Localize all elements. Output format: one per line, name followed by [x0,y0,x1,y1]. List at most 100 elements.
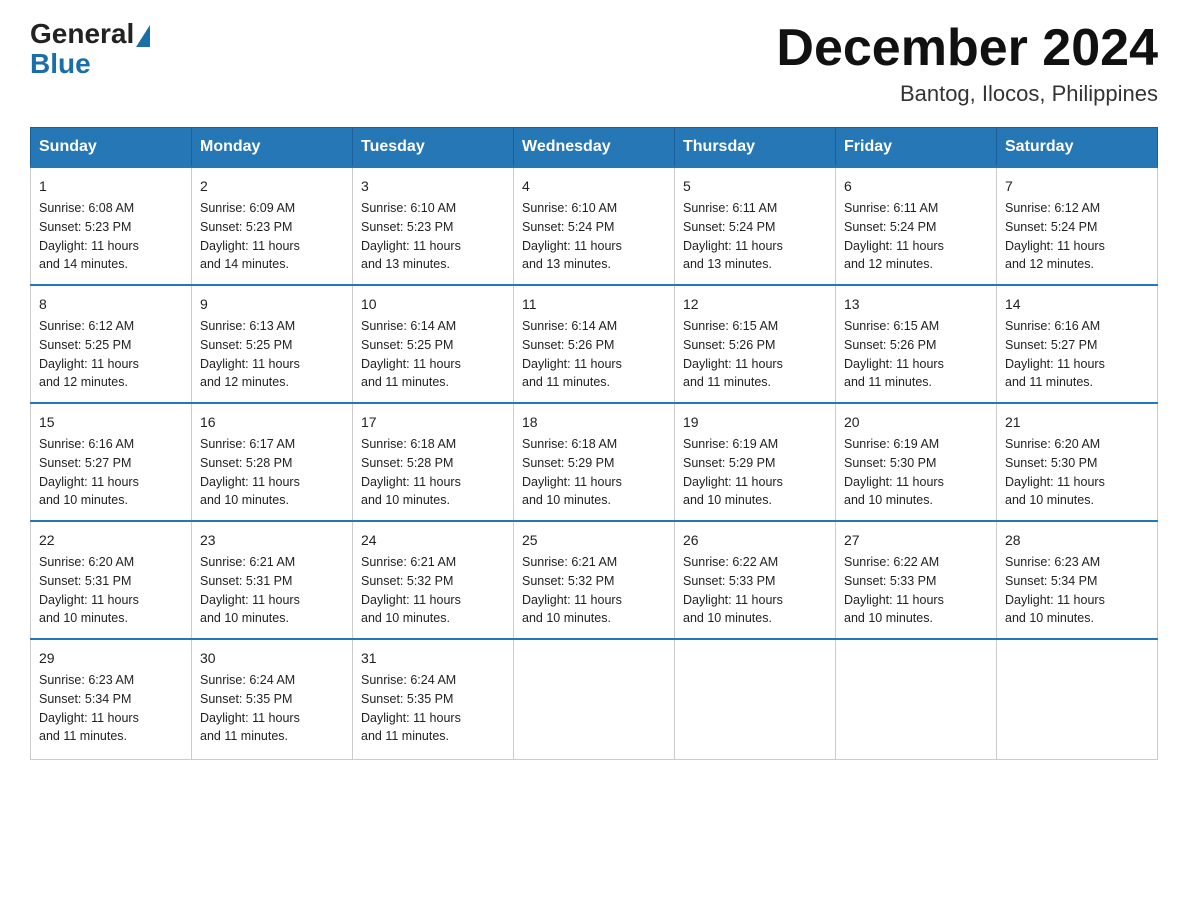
day-number: 1 [39,176,183,197]
calendar-cell [836,639,997,759]
calendar-cell: 16 Sunrise: 6:17 AMSunset: 5:28 PMDaylig… [192,403,353,521]
col-header-tuesday: Tuesday [353,128,514,168]
page-header: General Blue December 2024 Bantog, Iloco… [30,20,1158,107]
calendar-cell: 5 Sunrise: 6:11 AMSunset: 5:24 PMDayligh… [675,167,836,285]
title-block: December 2024 Bantog, Ilocos, Philippine… [776,20,1158,107]
day-info: Sunrise: 6:20 AMSunset: 5:31 PMDaylight:… [39,555,139,625]
day-number: 9 [200,294,344,315]
calendar-cell: 17 Sunrise: 6:18 AMSunset: 5:28 PMDaylig… [353,403,514,521]
day-number: 21 [1005,412,1149,433]
day-number: 17 [361,412,505,433]
calendar-cell: 18 Sunrise: 6:18 AMSunset: 5:29 PMDaylig… [514,403,675,521]
day-info: Sunrise: 6:11 AMSunset: 5:24 PMDaylight:… [844,201,944,271]
calendar-cell: 6 Sunrise: 6:11 AMSunset: 5:24 PMDayligh… [836,167,997,285]
col-header-saturday: Saturday [997,128,1158,168]
day-info: Sunrise: 6:14 AMSunset: 5:25 PMDaylight:… [361,319,461,389]
day-number: 7 [1005,176,1149,197]
calendar-cell: 10 Sunrise: 6:14 AMSunset: 5:25 PMDaylig… [353,285,514,403]
col-header-thursday: Thursday [675,128,836,168]
day-number: 14 [1005,294,1149,315]
calendar-cell [514,639,675,759]
day-number: 25 [522,530,666,551]
day-number: 5 [683,176,827,197]
day-number: 4 [522,176,666,197]
day-info: Sunrise: 6:22 AMSunset: 5:33 PMDaylight:… [683,555,783,625]
day-info: Sunrise: 6:12 AMSunset: 5:24 PMDaylight:… [1005,201,1105,271]
day-number: 20 [844,412,988,433]
logo: General Blue [30,20,152,80]
calendar-cell: 1 Sunrise: 6:08 AMSunset: 5:23 PMDayligh… [31,167,192,285]
day-number: 6 [844,176,988,197]
day-number: 19 [683,412,827,433]
day-number: 12 [683,294,827,315]
calendar-header-row: SundayMondayTuesdayWednesdayThursdayFrid… [31,128,1158,168]
day-info: Sunrise: 6:23 AMSunset: 5:34 PMDaylight:… [1005,555,1105,625]
calendar-cell: 30 Sunrise: 6:24 AMSunset: 5:35 PMDaylig… [192,639,353,759]
day-number: 28 [1005,530,1149,551]
day-info: Sunrise: 6:18 AMSunset: 5:28 PMDaylight:… [361,437,461,507]
calendar-cell: 27 Sunrise: 6:22 AMSunset: 5:33 PMDaylig… [836,521,997,639]
day-number: 31 [361,648,505,669]
day-info: Sunrise: 6:14 AMSunset: 5:26 PMDaylight:… [522,319,622,389]
col-header-sunday: Sunday [31,128,192,168]
calendar-week-row: 1 Sunrise: 6:08 AMSunset: 5:23 PMDayligh… [31,167,1158,285]
day-number: 2 [200,176,344,197]
day-info: Sunrise: 6:24 AMSunset: 5:35 PMDaylight:… [361,673,461,743]
calendar-cell: 29 Sunrise: 6:23 AMSunset: 5:34 PMDaylig… [31,639,192,759]
calendar-cell: 8 Sunrise: 6:12 AMSunset: 5:25 PMDayligh… [31,285,192,403]
calendar-week-row: 8 Sunrise: 6:12 AMSunset: 5:25 PMDayligh… [31,285,1158,403]
calendar-cell: 24 Sunrise: 6:21 AMSunset: 5:32 PMDaylig… [353,521,514,639]
day-number: 29 [39,648,183,669]
day-number: 22 [39,530,183,551]
calendar-table: SundayMondayTuesdayWednesdayThursdayFrid… [30,127,1158,760]
day-number: 10 [361,294,505,315]
calendar-cell: 20 Sunrise: 6:19 AMSunset: 5:30 PMDaylig… [836,403,997,521]
calendar-week-row: 15 Sunrise: 6:16 AMSunset: 5:27 PMDaylig… [31,403,1158,521]
day-info: Sunrise: 6:20 AMSunset: 5:30 PMDaylight:… [1005,437,1105,507]
calendar-cell [675,639,836,759]
day-info: Sunrise: 6:08 AMSunset: 5:23 PMDaylight:… [39,201,139,271]
calendar-cell: 22 Sunrise: 6:20 AMSunset: 5:31 PMDaylig… [31,521,192,639]
day-number: 18 [522,412,666,433]
calendar-cell: 14 Sunrise: 6:16 AMSunset: 5:27 PMDaylig… [997,285,1158,403]
calendar-cell: 21 Sunrise: 6:20 AMSunset: 5:30 PMDaylig… [997,403,1158,521]
day-info: Sunrise: 6:24 AMSunset: 5:35 PMDaylight:… [200,673,300,743]
day-info: Sunrise: 6:23 AMSunset: 5:34 PMDaylight:… [39,673,139,743]
calendar-cell: 12 Sunrise: 6:15 AMSunset: 5:26 PMDaylig… [675,285,836,403]
col-header-monday: Monday [192,128,353,168]
day-number: 27 [844,530,988,551]
col-header-friday: Friday [836,128,997,168]
calendar-cell: 31 Sunrise: 6:24 AMSunset: 5:35 PMDaylig… [353,639,514,759]
day-info: Sunrise: 6:10 AMSunset: 5:24 PMDaylight:… [522,201,622,271]
day-info: Sunrise: 6:19 AMSunset: 5:30 PMDaylight:… [844,437,944,507]
day-number: 26 [683,530,827,551]
day-number: 13 [844,294,988,315]
calendar-week-row: 29 Sunrise: 6:23 AMSunset: 5:34 PMDaylig… [31,639,1158,759]
day-info: Sunrise: 6:21 AMSunset: 5:31 PMDaylight:… [200,555,300,625]
calendar-cell: 15 Sunrise: 6:16 AMSunset: 5:27 PMDaylig… [31,403,192,521]
calendar-cell: 4 Sunrise: 6:10 AMSunset: 5:24 PMDayligh… [514,167,675,285]
day-info: Sunrise: 6:13 AMSunset: 5:25 PMDaylight:… [200,319,300,389]
calendar-cell: 28 Sunrise: 6:23 AMSunset: 5:34 PMDaylig… [997,521,1158,639]
calendar-cell: 26 Sunrise: 6:22 AMSunset: 5:33 PMDaylig… [675,521,836,639]
calendar-cell: 19 Sunrise: 6:19 AMSunset: 5:29 PMDaylig… [675,403,836,521]
day-info: Sunrise: 6:19 AMSunset: 5:29 PMDaylight:… [683,437,783,507]
day-number: 8 [39,294,183,315]
day-number: 24 [361,530,505,551]
logo-general-text: General [30,20,134,48]
calendar-cell: 13 Sunrise: 6:15 AMSunset: 5:26 PMDaylig… [836,285,997,403]
calendar-cell: 9 Sunrise: 6:13 AMSunset: 5:25 PMDayligh… [192,285,353,403]
calendar-cell [997,639,1158,759]
day-info: Sunrise: 6:21 AMSunset: 5:32 PMDaylight:… [522,555,622,625]
day-info: Sunrise: 6:12 AMSunset: 5:25 PMDaylight:… [39,319,139,389]
day-info: Sunrise: 6:16 AMSunset: 5:27 PMDaylight:… [39,437,139,507]
day-number: 3 [361,176,505,197]
calendar-cell: 25 Sunrise: 6:21 AMSunset: 5:32 PMDaylig… [514,521,675,639]
day-info: Sunrise: 6:11 AMSunset: 5:24 PMDaylight:… [683,201,783,271]
day-info: Sunrise: 6:17 AMSunset: 5:28 PMDaylight:… [200,437,300,507]
calendar-cell: 11 Sunrise: 6:14 AMSunset: 5:26 PMDaylig… [514,285,675,403]
day-info: Sunrise: 6:15 AMSunset: 5:26 PMDaylight:… [844,319,944,389]
day-number: 15 [39,412,183,433]
day-info: Sunrise: 6:16 AMSunset: 5:27 PMDaylight:… [1005,319,1105,389]
calendar-cell: 23 Sunrise: 6:21 AMSunset: 5:31 PMDaylig… [192,521,353,639]
